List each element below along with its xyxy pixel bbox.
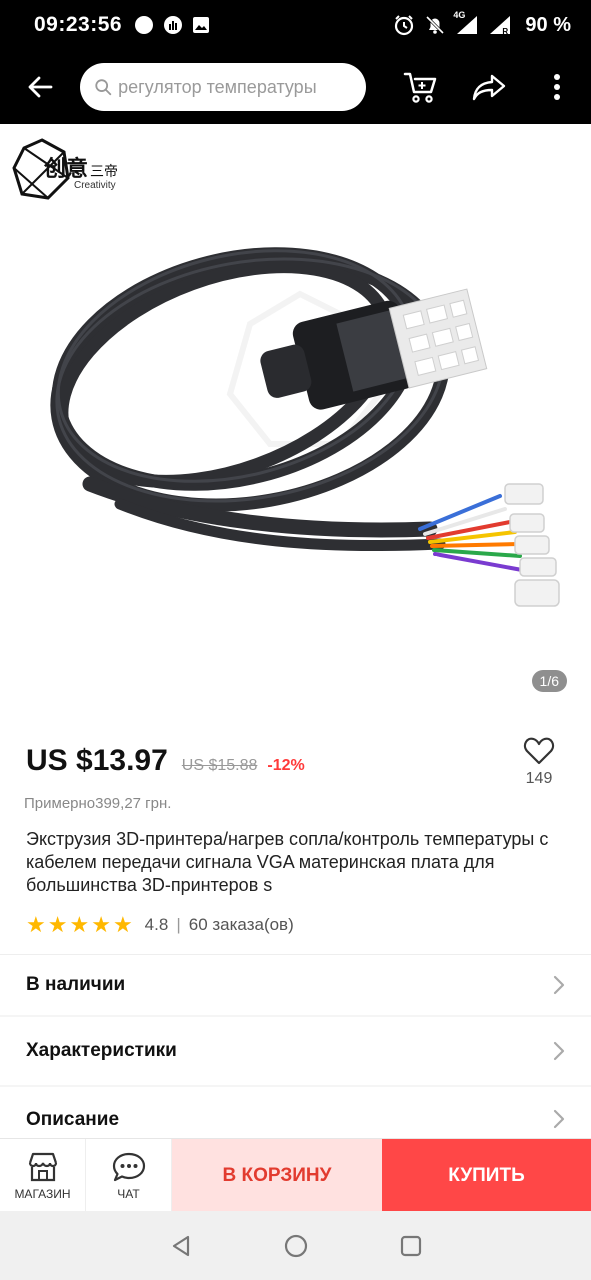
price-row: US $13.97 US $15.88 -12% bbox=[26, 744, 305, 778]
share-icon bbox=[472, 74, 506, 101]
star-icon: ★ bbox=[26, 912, 46, 937]
discount-badge: -12% bbox=[267, 757, 305, 774]
brand-logo-text: Creativity bbox=[74, 180, 116, 191]
circle-notification-icon bbox=[135, 16, 154, 34]
section-specs-label: Характеристики bbox=[26, 1040, 177, 1061]
search-icon bbox=[95, 79, 112, 96]
app-screen: 09:23:56 4G R 90 % регулятор температуры… bbox=[0, 0, 591, 1280]
mute-icon bbox=[426, 15, 445, 35]
more-button[interactable] bbox=[523, 50, 591, 124]
section-availability[interactable]: В наличии bbox=[0, 955, 591, 1015]
star-icon: ★ bbox=[112, 912, 133, 937]
store-button[interactable]: МАГАЗИН bbox=[0, 1139, 86, 1212]
alarm-icon bbox=[395, 15, 414, 36]
bottom-action-bar: МАГАЗИН ЧАТ В КОРЗИНУ КУПИТЬ bbox=[0, 1138, 591, 1212]
brand-logo: 创意 三帝 bbox=[12, 138, 118, 200]
cart-icon bbox=[403, 72, 437, 103]
nav-home-icon[interactable] bbox=[283, 1233, 309, 1259]
chat-button[interactable]: ЧАТ bbox=[86, 1139, 172, 1212]
product-title: Экструзия 3D-принтера/нагрев сопла/контр… bbox=[26, 829, 549, 895]
signal-4g-icon: 4G bbox=[453, 10, 479, 36]
rating-value: 4.8 bbox=[144, 915, 169, 934]
star-icon: ★ bbox=[69, 912, 90, 937]
rating-row[interactable]: ★ ★ ★ ★ ★ 4.8 | 60 заказа(ов) bbox=[26, 914, 294, 936]
system-nav-bar bbox=[0, 1211, 591, 1280]
store-icon bbox=[28, 1152, 57, 1181]
back-button[interactable] bbox=[0, 50, 80, 124]
battery-level: 90 % bbox=[525, 13, 571, 36]
network-type: 4G bbox=[453, 10, 466, 20]
heart-icon bbox=[523, 737, 555, 765]
nav-recents-icon[interactable] bbox=[399, 1234, 423, 1258]
notification-icons bbox=[134, 15, 210, 35]
cart-button[interactable] bbox=[387, 50, 455, 124]
more-icon bbox=[554, 74, 560, 100]
wishlist-button[interactable]: 149 bbox=[521, 736, 557, 788]
back-arrow-icon bbox=[28, 76, 53, 98]
rating-separator: | bbox=[176, 915, 181, 934]
chat-label: ЧАТ bbox=[117, 1186, 140, 1201]
star-icon: ★ bbox=[91, 912, 111, 937]
share-button[interactable] bbox=[455, 50, 523, 124]
original-price: US $15.88 bbox=[181, 757, 258, 774]
image-counter: 1/6 bbox=[531, 670, 567, 692]
section-description-label: Описание bbox=[26, 1109, 120, 1130]
star-icon: ★ bbox=[47, 912, 68, 937]
search-box[interactable] bbox=[80, 63, 366, 111]
status-time: 09:23:56 bbox=[34, 13, 123, 36]
section-description[interactable]: Описание bbox=[0, 1087, 591, 1139]
search-input[interactable] bbox=[118, 76, 352, 98]
add-to-cart-button[interactable]: В КОРЗИНУ bbox=[172, 1139, 382, 1212]
signal-roaming-icon: R bbox=[488, 14, 512, 36]
product-image-gallery[interactable]: 创意 三帝 Creativity 1/6 bbox=[0, 124, 591, 720]
approx-price: Примерно399,27 грн. bbox=[24, 795, 172, 812]
rating-stars: ★ ★ ★ ★ ★ bbox=[26, 914, 133, 936]
chevron-right-icon bbox=[553, 975, 565, 995]
chart-notification-icon bbox=[164, 16, 183, 34]
top-bar bbox=[0, 50, 591, 124]
store-label: МАГАЗИН bbox=[14, 1186, 71, 1201]
svg-text:三帝: 三帝 bbox=[90, 164, 118, 180]
nav-back-icon[interactable] bbox=[169, 1234, 193, 1258]
image-notification-icon bbox=[193, 17, 210, 33]
orders-count: 60 заказа(ов) bbox=[188, 915, 294, 934]
chat-icon bbox=[112, 1152, 145, 1181]
svg-text:创意: 创意 bbox=[43, 156, 88, 182]
section-availability-label: В наличии bbox=[26, 974, 126, 995]
status-bar: 09:23:56 4G R 90 % bbox=[0, 0, 591, 50]
wishlist-count: 149 bbox=[525, 770, 553, 787]
chevron-right-icon bbox=[553, 1041, 565, 1061]
current-price: US $13.97 bbox=[26, 744, 168, 777]
top-bar-actions bbox=[387, 50, 591, 124]
product-image bbox=[50, 247, 560, 607]
buy-now-button[interactable]: КУПИТЬ bbox=[382, 1139, 591, 1212]
section-specs[interactable]: Характеристики bbox=[0, 1017, 591, 1085]
roaming-indicator: R bbox=[502, 27, 509, 36]
system-icons: 4G R 90 % bbox=[393, 10, 571, 37]
chevron-right-icon bbox=[553, 1109, 565, 1129]
